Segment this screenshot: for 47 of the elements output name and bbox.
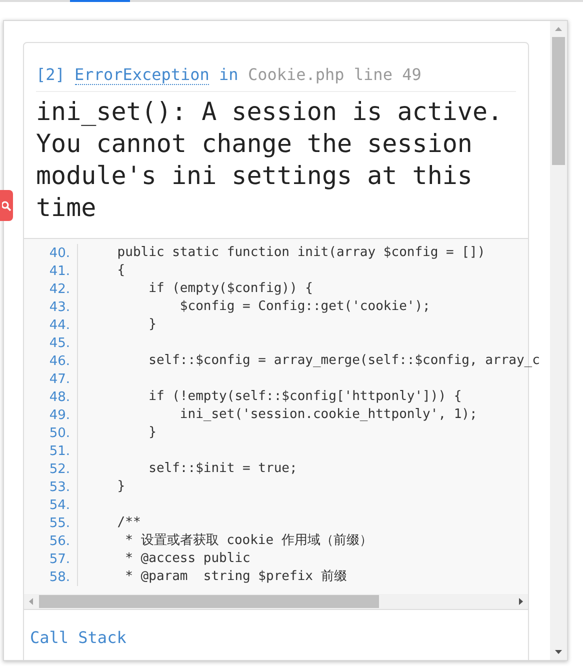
line-number: 57.: [49, 552, 70, 567]
line-number: 56.: [49, 534, 70, 549]
code-line: * @access public: [124, 550, 250, 568]
line-number: 49.: [49, 408, 70, 423]
line-number: 43.: [49, 300, 70, 315]
error-connector: in: [219, 65, 238, 84]
line-number: 46.: [49, 354, 70, 369]
code-line: self::$init = true;: [148, 460, 298, 478]
code-line: }: [148, 424, 156, 442]
scrollbar-thumb[interactable]: [39, 595, 379, 608]
line-number: 44.: [49, 318, 70, 333]
code-line: /**: [116, 514, 141, 532]
code-line: if (!empty(self::$config['httponly'])) {: [148, 388, 462, 406]
section-title: Call Stack: [30, 627, 128, 649]
line-number: 52.: [49, 462, 70, 477]
code-line: }: [148, 316, 156, 334]
code-line: $config = Config::get('cookie');: [178, 298, 430, 316]
error-message: ini_set(): A session is active. You cannot change the session module's ini settings at this time: [36, 96, 504, 224]
line-number: 51.: [49, 444, 70, 459]
line-number: 42.: [49, 282, 70, 297]
line-number: 41.: [49, 264, 70, 279]
code-line: self::$config = array_merge(self::$config, array_c: [148, 352, 540, 370]
code-line: {: [116, 262, 126, 280]
line-number: 47.: [49, 372, 70, 387]
search-icon: [2, 200, 12, 212]
search-tab[interactable]: [0, 190, 13, 221]
vertical-scrollbar[interactable]: [550, 21, 567, 660]
line-number: 53.: [49, 480, 70, 495]
scrollbar-thumb[interactable]: [552, 37, 565, 165]
active-tab-indicator: [70, 0, 130, 2]
error-code: [2]: [36, 65, 65, 84]
code-line: ini_set('session.cookie_httponly', 1);: [178, 406, 478, 424]
code-line: if (empty($config)) {: [148, 280, 313, 298]
code-line: * 设置或者获取 cookie 作用域（前缀）: [124, 532, 372, 550]
line-number: 40.: [49, 246, 70, 261]
line-number: 58.: [49, 570, 70, 585]
code-line: * @param string $prefix 前缀: [124, 568, 347, 586]
line-number: 55.: [49, 516, 70, 531]
line-number: 48.: [49, 390, 70, 405]
line-number: 54.: [49, 498, 70, 513]
exception-link[interactable]: ErrorException: [74, 65, 210, 85]
code-line: }: [116, 478, 126, 496]
file-location: Cookie.php line 49: [248, 65, 422, 84]
line-number: 50.: [49, 426, 70, 441]
horizontal-scrollbar[interactable]: [24, 594, 528, 609]
code-line: public static function init(array $config = []): [116, 244, 486, 262]
line-number: 45.: [49, 336, 70, 351]
